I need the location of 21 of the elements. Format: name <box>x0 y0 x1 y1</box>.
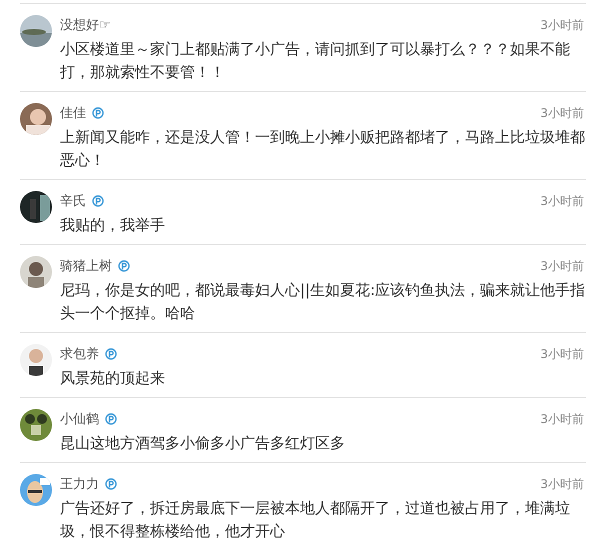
username[interactable]: 骑猪上树 <box>60 257 112 275</box>
timestamp: 3小时前 <box>540 192 584 210</box>
comment-text: 小区楼道里～家门上都贴满了小广告，请问抓到了可以暴打么？？？如果不能打，那就索性不要管！！ <box>60 39 571 83</box>
username[interactable]: 辛氏 <box>60 192 86 210</box>
timestamp: 3小时前 <box>540 346 584 362</box>
comment-text: 昆山这地方酒驾多小偷多小广告多红灯区多 <box>60 433 346 454</box>
comment-text: 我贴的，我举手 <box>60 215 166 236</box>
timestamp: 3小时前 <box>540 104 584 122</box>
username[interactable]: 佳佳 <box>60 104 86 122</box>
username[interactable]: 王力力 <box>60 475 99 493</box>
timestamp: 3小时前 <box>540 16 584 34</box>
comment-text: 风景苑的顶起来 <box>60 368 166 389</box>
comment-text: 广告还好了，拆迁房最底下一层被本地人都隔开了，过道也被占用了，堆满垃圾，恨不得整栋楼给他，他才开心 <box>60 498 571 542</box>
timestamp: 3小时前 <box>540 258 584 274</box>
username[interactable]: 小仙鹤 <box>60 410 99 428</box>
username[interactable]: 求包养 <box>60 345 99 363</box>
comment-text: 上新闻又能咋，还是没人管！一到晚上小摊小贩把路都堵了，马路上比垃圾堆都恶心！ <box>60 127 586 171</box>
comment-text: 尼玛，你是女的吧，都说最毒妇人心||生如夏花:应该钓鱼执法，骗来就让他手指头一个个抠掉。哈哈 <box>60 280 586 324</box>
timestamp: 3小时前 <box>540 476 584 492</box>
timestamp: 3小时前 <box>540 410 584 428</box>
username[interactable]: 没想好☞ <box>60 16 111 34</box>
